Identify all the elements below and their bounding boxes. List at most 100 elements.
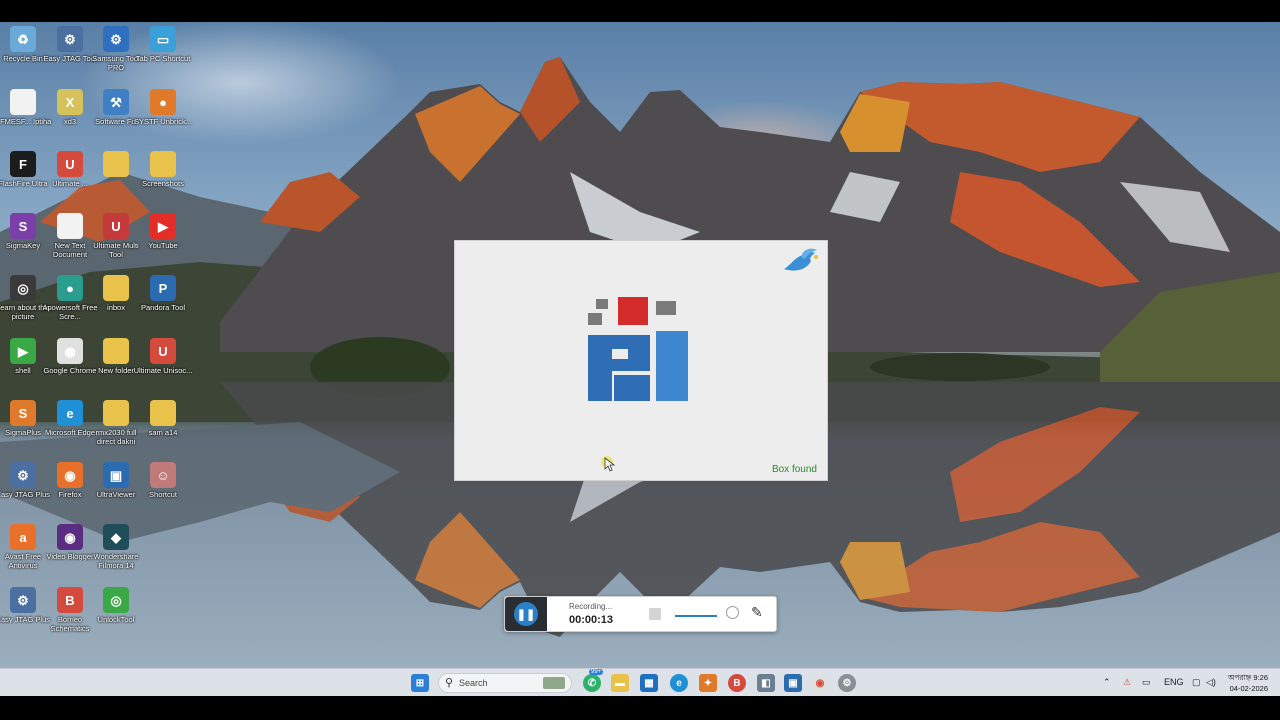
taskbar-clock[interactable]: অপরাহ্ন 9:26 04-02-2026 [1222, 672, 1268, 694]
desktop-icon[interactable]: ▭ Tab PC Shortcut [133, 26, 193, 63]
box-found-status: Box found [771, 464, 817, 475]
folder-icon [103, 400, 129, 426]
windows-icon: ⊞ [415, 677, 425, 689]
borneo-icon: B [57, 587, 83, 613]
stop-button[interactable] [649, 608, 661, 620]
desktop-screen: ♻ Recycle Bin ⚙ Easy JTAG Tool ⚙ Samsung Tool… [0, 22, 1280, 696]
desktop-icon[interactable]: ◎ UnlockTool [86, 587, 146, 624]
desktop-icon-label: Screenshots [142, 179, 184, 188]
sigma-icon: S [10, 213, 36, 239]
recording-timer: 00:00:13 [569, 614, 614, 626]
flashfire-icon: F [10, 151, 36, 177]
desktop-icon-label: Pandora Tool [140, 303, 186, 312]
youtube-icon: ▶ [150, 213, 176, 239]
video-blogger-icon: ◉ [57, 524, 83, 550]
clock-date: 04-02-2026 [1229, 684, 1268, 693]
software-fix-icon: ⚒ [103, 89, 129, 115]
pandora-icon: P [150, 275, 176, 301]
desktop-icon[interactable]: ◆ Wondershare Filmora 14 [86, 524, 146, 570]
firefox-icon: ◉ [57, 462, 83, 488]
settings-taskbar-icon[interactable]: ⚙ [838, 674, 856, 692]
desktop-icon-label: UnlockTool [97, 615, 135, 624]
ultimate-icon: U [57, 151, 83, 177]
unbrick-icon: ● [150, 89, 176, 115]
chrome-icon: ◉ [57, 338, 83, 364]
desktop-icon-label: Tab PC Shortcut [135, 54, 191, 63]
desktop-icon-label: Ultimate ... [52, 179, 88, 188]
desktop-icon[interactable]: P Pandora Tool [133, 275, 193, 312]
store-icon[interactable]: ▦ [640, 674, 658, 692]
desktop-icon[interactable]: sam a14 [133, 400, 193, 437]
recorder-control-area: ❚❚ [505, 597, 547, 631]
chrome-taskbar-icon[interactable]: ◉ [811, 674, 829, 692]
screen-recorder-bar: ❚❚ Recording... 00:00:13 ✎ [504, 596, 777, 632]
umt-icon: U [103, 213, 129, 239]
search-highlight-icon [543, 677, 565, 689]
volume-tray-icon[interactable]: ◁) [1206, 677, 1216, 688]
mouse-cursor-icon [601, 456, 616, 472]
language-indicator[interactable]: ENG [1164, 677, 1184, 687]
app-taskbar-icon[interactable]: ◧ [757, 674, 775, 692]
recycle-bin-icon: ♻ [10, 26, 36, 52]
start-button[interactable]: ⊞ [411, 674, 429, 692]
pandora-logo-icon [588, 297, 688, 401]
folder-icon [103, 151, 129, 177]
pandora-splash-window: Box found [454, 240, 828, 481]
shell-icon: ▶ [10, 338, 36, 364]
pause-icon: ❚❚ [516, 608, 536, 621]
desktop-icon-label: Shortcut [149, 490, 177, 499]
edge-taskbar-icon[interactable]: e [670, 674, 688, 692]
clock-time: অপরাহ্ন 9:26 [1227, 673, 1268, 682]
security-tray-icon[interactable]: ⚠ [1123, 677, 1131, 688]
search-label: Search [459, 678, 488, 688]
easy-jtag-plus-icon: ⚙ [10, 462, 36, 488]
ultraviewer-taskbar-icon[interactable]: ▣ [784, 674, 802, 692]
unisoc-icon: U [150, 338, 176, 364]
notification-badge: 99+ [589, 669, 604, 675]
ultraviewer-icon: ▣ [103, 462, 129, 488]
desktop-icon[interactable]: ▶ YouTube [133, 213, 193, 250]
taskbar: ⊞ ⚲ Search ✆ 99+ ▬ ▦ e ✦ B ◧ ▣ ◉ ⚙ ⌃ ⚠ ▭… [0, 668, 1280, 696]
tool-taskbar-icon[interactable]: ✦ [699, 674, 717, 692]
easy-jtag-icon: ⚙ [57, 26, 83, 52]
taskbar-search[interactable]: ⚲ Search [438, 673, 572, 693]
photo-shortcut-icon: ☺ [150, 462, 176, 488]
volume-slider[interactable] [675, 615, 717, 617]
folder-icon [150, 151, 176, 177]
pause-button[interactable]: ❚❚ [514, 602, 538, 626]
folder-icon [150, 400, 176, 426]
text-file-icon [57, 213, 83, 239]
folder-icon [103, 338, 129, 364]
desktop-icon[interactable]: U Ultimate Unisoc... [133, 338, 193, 375]
desktop-icon-label: Wondershare Filmora 14 [93, 552, 139, 570]
display-tray-icon[interactable]: ▢ [1192, 677, 1201, 688]
sigmaplus-icon: S [10, 400, 36, 426]
whatsapp-taskbar-icon[interactable]: ✆ [583, 674, 601, 692]
desktop-icon[interactable]: ● SYSTF Unbrick... [133, 89, 193, 126]
tab-pc-icon: ▭ [150, 26, 176, 52]
text-file-icon [10, 89, 36, 115]
filmora-icon: ◆ [103, 524, 129, 550]
desktop-icon-label: Ultimate Unisoc... [133, 366, 193, 375]
edge-icon: e [57, 400, 83, 426]
avast-icon: a [10, 524, 36, 550]
desktop-icon-label: sam a14 [148, 428, 178, 437]
network-tray-icon[interactable]: ▭ [1142, 677, 1151, 688]
folder-icon [103, 275, 129, 301]
dove-icon [784, 248, 818, 271]
desktop-icon-label: SYSTF Unbrick... [134, 117, 192, 126]
pen-icon[interactable]: ✎ [751, 604, 763, 621]
webcam-icon[interactable] [726, 606, 739, 619]
learn-picture-icon: ◎ [10, 275, 36, 301]
borneo-taskbar-icon[interactable]: B [728, 674, 746, 692]
chevron-up-icon[interactable]: ⌃ [1103, 677, 1111, 688]
apowersoft-icon: ● [57, 275, 83, 301]
search-icon: ⚲ [445, 677, 454, 689]
recording-status: Recording... [569, 602, 613, 611]
file-explorer-icon[interactable]: ▬ [611, 674, 629, 692]
unlocktool-icon: ◎ [103, 587, 129, 613]
desktop-icon[interactable]: ☺ Shortcut [133, 462, 193, 499]
samsung-tool-icon: ⚙ [103, 26, 129, 52]
xd3-icon: X [57, 89, 83, 115]
desktop-icon[interactable]: Screenshots [133, 151, 193, 188]
